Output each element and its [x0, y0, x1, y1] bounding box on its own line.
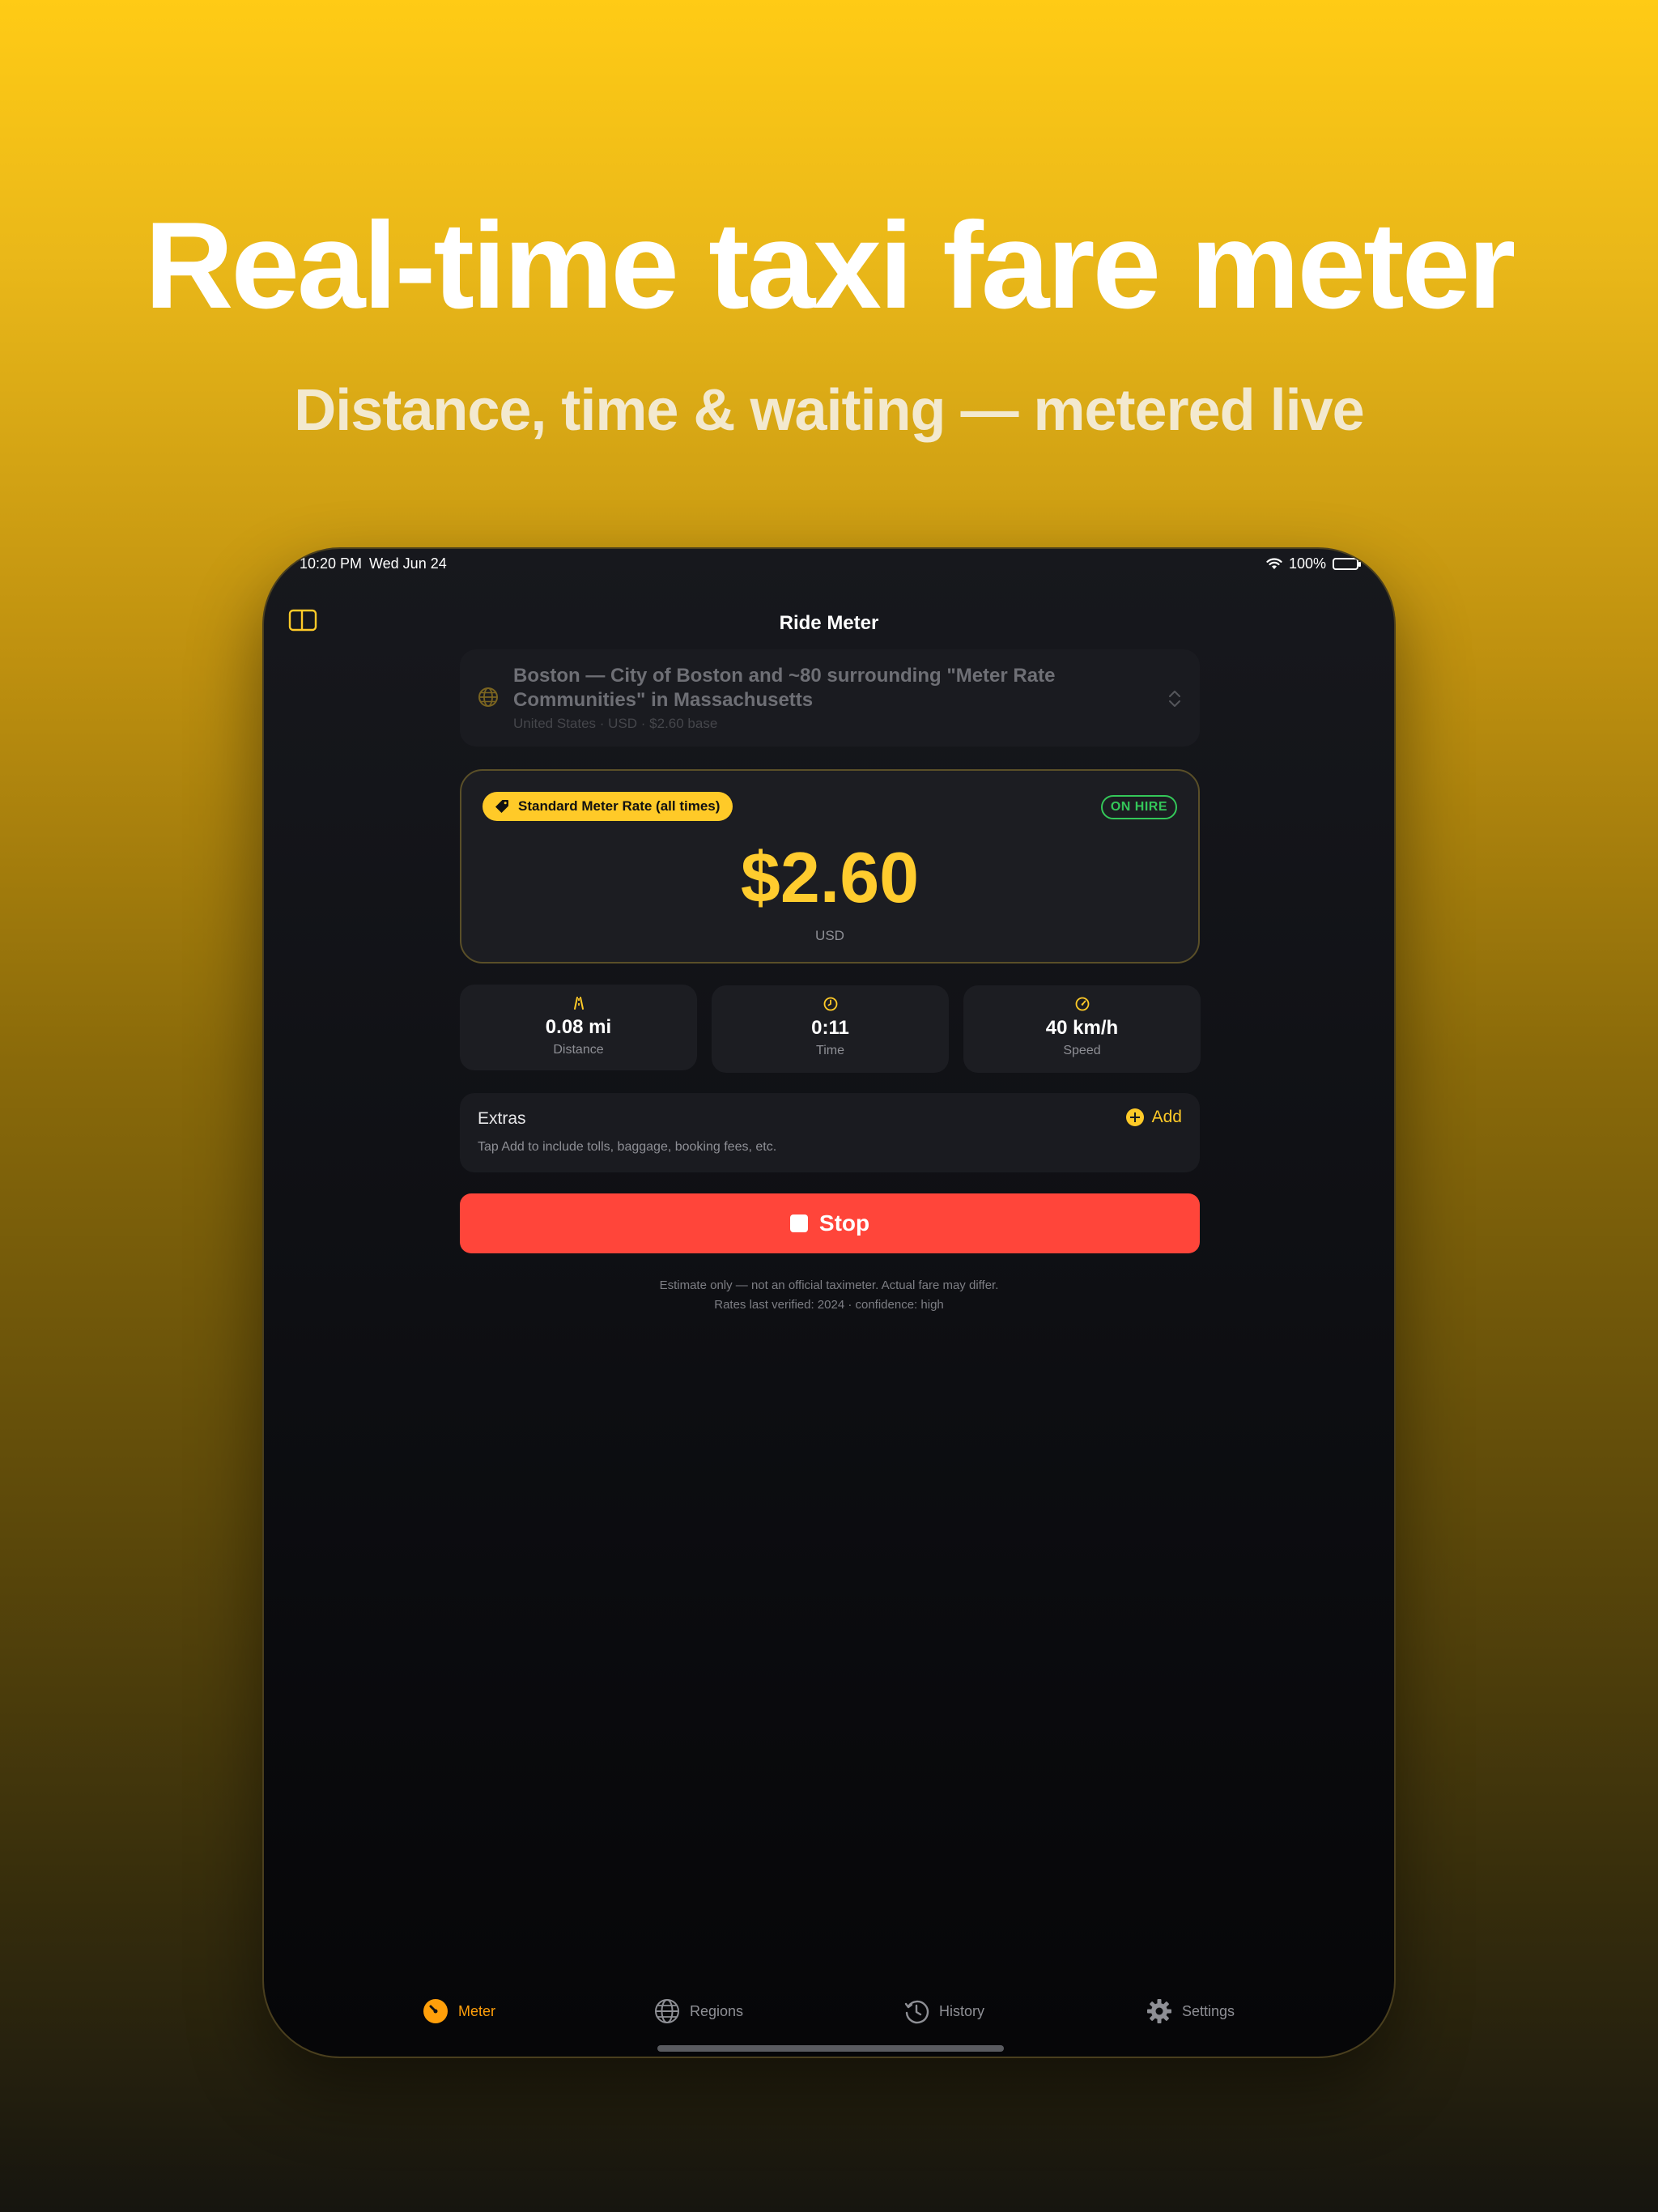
home-indicator — [657, 2045, 1004, 2052]
status-bar: 10:20 PM Wed Jun 24 100% — [264, 549, 1394, 591]
tag-icon — [495, 800, 508, 813]
clock-icon — [823, 997, 837, 1011]
stat-speed: 40 km/h Speed — [963, 985, 1201, 1073]
status-badge: ON HIRE — [1100, 795, 1177, 819]
tab-label: Regions — [690, 2002, 744, 2019]
fare-card: Standard Meter Rate (all times) ON HIRE … — [460, 769, 1200, 963]
add-extra-button[interactable]: Add — [1125, 1108, 1182, 1127]
extras-card: Extras Add Tap Add to include tolls, bag… — [460, 1093, 1200, 1172]
stop-button[interactable]: Stop — [460, 1193, 1200, 1253]
extras-title: Extras — [478, 1109, 526, 1128]
stat-label: Speed — [1063, 1044, 1101, 1057]
tab-regions[interactable]: Regions — [654, 1998, 743, 2024]
stat-time: 0:11 Time — [712, 985, 949, 1073]
rate-pill[interactable]: Standard Meter Rate (all times) — [483, 792, 733, 821]
status-indicators: 100% — [1266, 555, 1361, 572]
tab-bar: Meter Regions History Settings — [264, 1998, 1394, 2031]
stop-label: Stop — [818, 1210, 870, 1236]
rate-name: Standard Meter Rate (all times) — [518, 798, 721, 814]
battery-icon — [1333, 558, 1361, 570]
globe-icon — [655, 1999, 679, 2023]
status-time: 10:20 PM — [300, 555, 363, 572]
status-date: Wed Jun 24 — [369, 555, 447, 572]
stop-icon — [789, 1214, 808, 1232]
stat-value: 40 km/h — [1045, 1017, 1119, 1039]
plus-circle-icon — [1125, 1108, 1144, 1126]
stat-value: 0:11 — [811, 1017, 849, 1039]
marketing-headline: Real-time taxi fare meter — [144, 197, 1516, 334]
tab-meter[interactable]: Meter — [423, 1998, 495, 2024]
battery-percent: 100% — [1288, 555, 1326, 572]
fare-amount: $2.60 — [740, 837, 920, 917]
region-title: Boston — City of Boston and ~80 surround… — [513, 665, 1056, 711]
fare-currency: USD — [815, 928, 844, 943]
tab-history[interactable]: History — [903, 1998, 984, 2024]
nav-title: Ride Meter — [779, 612, 879, 634]
speedometer-icon — [1075, 997, 1089, 1011]
history-icon — [904, 2000, 929, 2024]
meter-icon — [423, 1999, 448, 2023]
stat-label: Time — [816, 1044, 844, 1057]
stat-value: 0.08 mi — [545, 1016, 612, 1038]
road-icon — [573, 997, 584, 1010]
disclaimer-line-1: Estimate only — not an official taximete… — [659, 1278, 999, 1292]
gear-icon — [1147, 1999, 1171, 2023]
tab-settings[interactable]: Settings — [1146, 1998, 1235, 2024]
disclaimer-line-2: Rates last verified: 2024 · confidence: … — [714, 1298, 944, 1312]
marketing-subheadline: Distance, time & waiting — metered live — [294, 378, 1364, 443]
disclaimer: Estimate only — not an official taximete… — [264, 1276, 1394, 1315]
tab-label: Meter — [458, 2002, 496, 2019]
stat-label: Distance — [553, 1043, 604, 1057]
chevron-up-down-icon — [1169, 691, 1180, 707]
region-picker[interactable]: Boston — City of Boston and ~80 surround… — [460, 649, 1200, 747]
ipad-screen: 10:20 PM Wed Jun 24 100% Ride Meter Bost… — [262, 547, 1396, 2058]
extras-help-text: Tap Add to include tolls, baggage, booki… — [478, 1140, 777, 1154]
tab-label: History — [939, 2002, 985, 2019]
stat-distance: 0.08 mi Distance — [460, 985, 697, 1070]
region-subtitle: United States · USD · $2.60 base — [513, 716, 718, 731]
tab-label: Settings — [1182, 2002, 1235, 2019]
wifi-icon — [1266, 558, 1282, 569]
add-extra-label: Add — [1151, 1108, 1182, 1126]
globe-icon — [478, 687, 498, 707]
